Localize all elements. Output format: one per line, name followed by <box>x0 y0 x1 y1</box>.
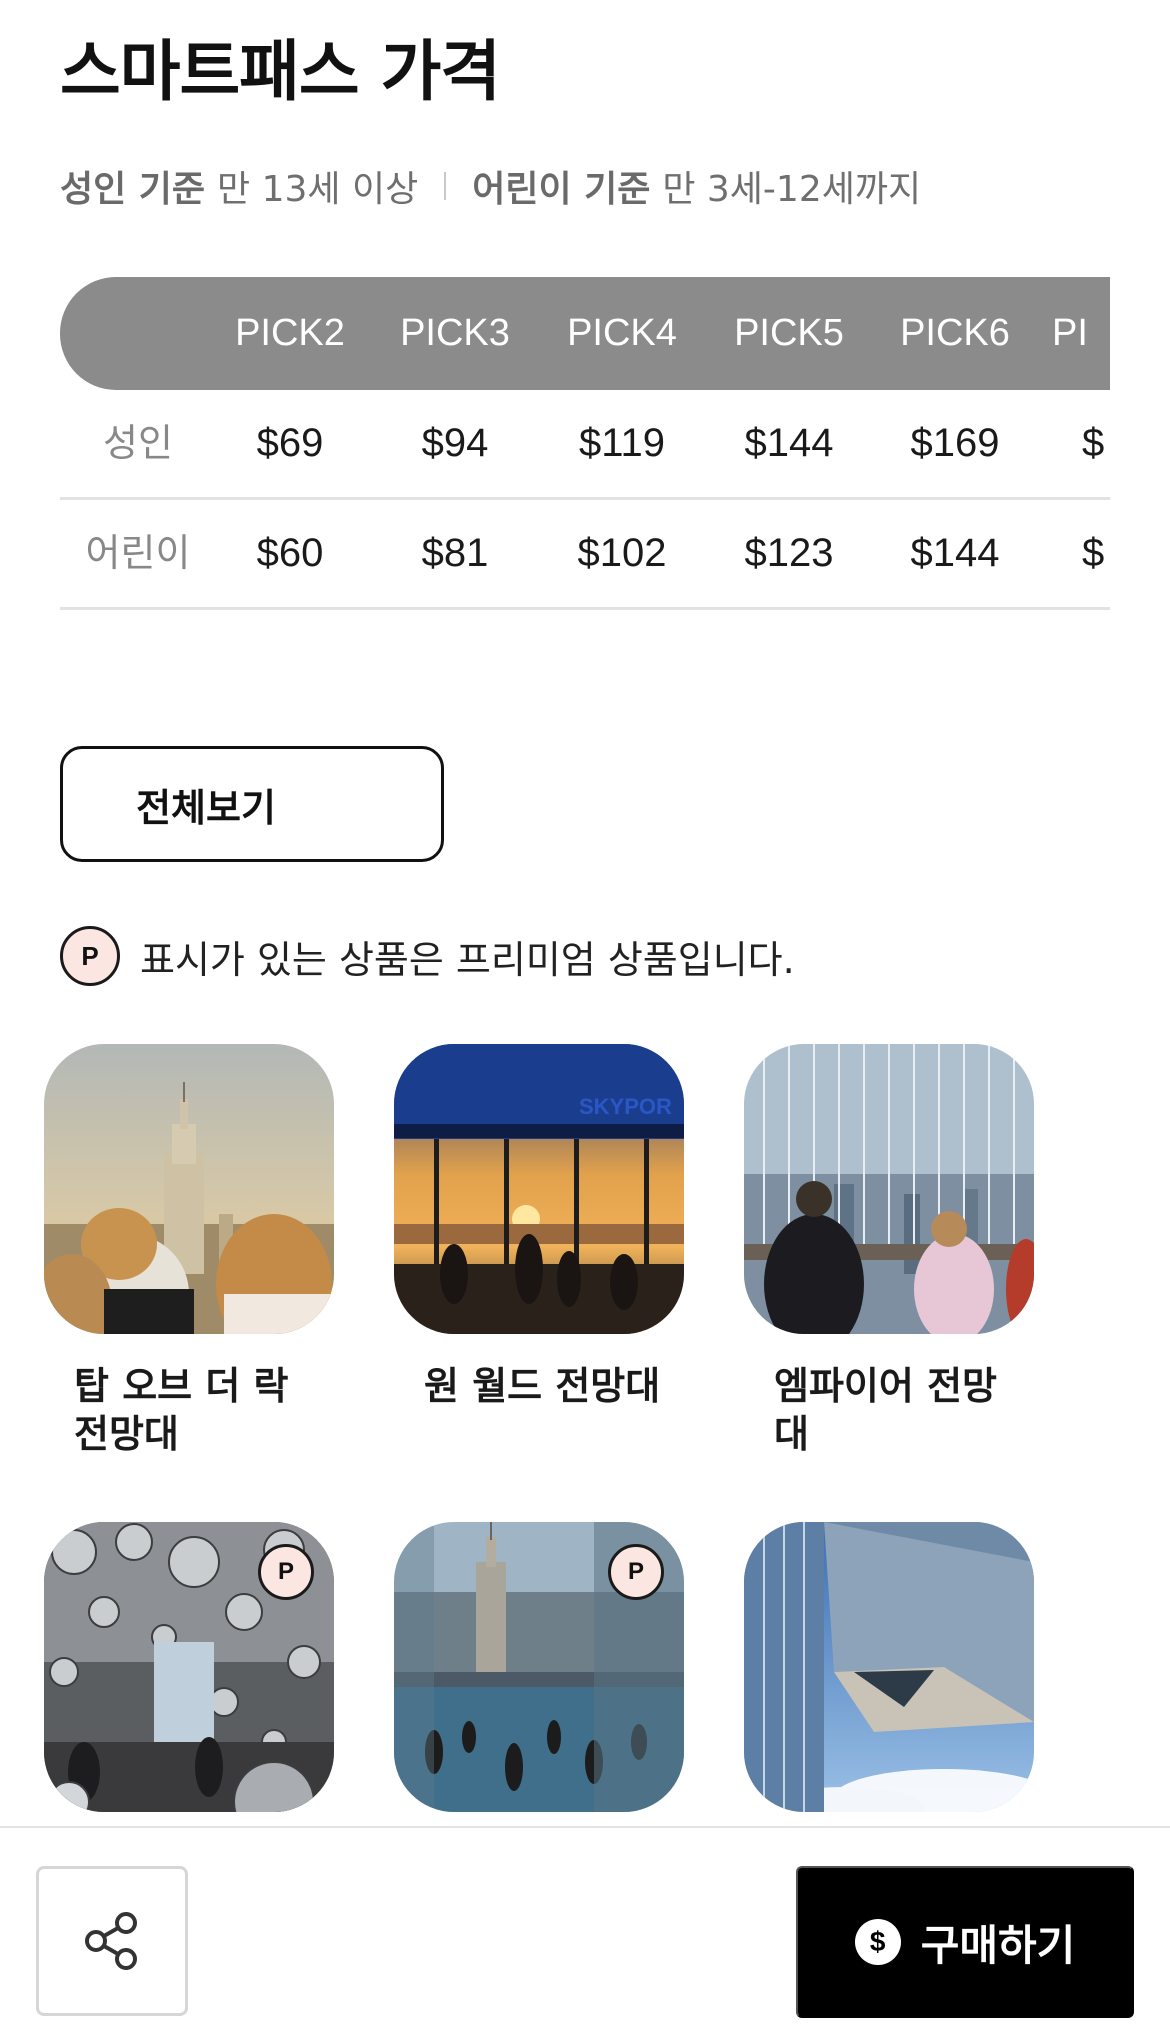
product-card-edge[interactable] <box>744 1522 1034 1840</box>
premium-note-text: 표시가 있는 상품은 프리미엄 상품입니다. <box>140 937 795 982</box>
price-cell: $60 <box>256 531 324 575</box>
share-icon <box>85 1912 137 1970</box>
product-image[interactable] <box>744 1522 1034 1812</box>
price-table-header: PICK2 PICK3 PICK4 PICK5 PICK6 PI <box>60 277 1110 390</box>
product-card-glass-floor[interactable]: P <box>394 1522 684 1840</box>
price-cell: $144 <box>744 421 834 465</box>
price-cell: $144 <box>910 531 1000 575</box>
product-title: 엠파이어 전망대 <box>774 1364 997 1456</box>
header-pick2: PICK2 <box>235 312 345 354</box>
price-cell: $123 <box>744 531 834 575</box>
view-all-button[interactable]: 전체보기 <box>60 746 444 862</box>
header-pick4: PICK4 <box>567 312 677 354</box>
product-image[interactable]: SKYPOR <box>394 1044 684 1334</box>
child-criteria-label: 어린이 기준 <box>472 169 651 210</box>
top-of-the-rock-photo <box>44 1044 334 1334</box>
header-pick6: PICK6 <box>900 312 1010 354</box>
dollar-icon: $ <box>854 1919 901 1965</box>
product-image[interactable] <box>44 1044 334 1334</box>
price-cell-partial: $ <box>1082 531 1105 575</box>
header-pick3: PICK3 <box>400 312 510 354</box>
price-cell: $119 <box>578 421 665 465</box>
price-table[interactable]: PICK2 PICK3 PICK4 PICK5 PICK6 PI 성인 $69 … <box>60 277 1110 612</box>
age-criteria: 성인 기준 만 13세 이상 어린이 기준 만 3세-12세까지 <box>60 160 921 212</box>
product-title: 탑 오브 더 락 전망대 <box>74 1364 289 1456</box>
price-cell: $69 <box>256 421 324 465</box>
row-label-child: 어린이 <box>85 531 191 575</box>
price-row-child: 어린이 $60 $81 $102 $123 $144 $ <box>60 500 1110 610</box>
one-world-observatory-photo: SKYPOR <box>394 1044 684 1334</box>
header-pick5: PICK5 <box>734 312 844 354</box>
share-button[interactable] <box>36 1866 188 2016</box>
buy-button-label: 구매하기 <box>920 1921 1076 1969</box>
price-cell: $81 <box>421 531 489 575</box>
product-image[interactable] <box>744 1044 1034 1334</box>
price-cell: $94 <box>421 421 489 465</box>
premium-note: P 표시가 있는 상품은 프리미엄 상품입니다. <box>60 926 795 986</box>
premium-badge-icon: P <box>608 1544 664 1600</box>
premium-badge-icon: P <box>258 1544 314 1600</box>
page-title: 스마트패스 가격 <box>60 33 501 110</box>
buy-button[interactable]: $ 구매하기 <box>796 1866 1134 2018</box>
premium-badge-icon: P <box>60 926 120 986</box>
adult-criteria-value: 만 13세 이상 <box>217 169 419 210</box>
svg-text:SKYPOR: SKYPOR <box>579 1094 672 1119</box>
price-cell: $102 <box>577 531 667 575</box>
bottom-action-bar: $ 구매하기 <box>0 1826 1170 2034</box>
product-image[interactable]: P <box>44 1522 334 1812</box>
product-card-top-of-the-rock[interactable]: 탑 오브 더 락 전망대 <box>44 1044 334 1458</box>
price-cell-partial: $ <box>1082 421 1105 465</box>
empire-state-observatory-photo <box>744 1044 1034 1334</box>
row-label-adult: 성인 <box>103 421 173 465</box>
product-card-one-world[interactable]: SKYPOR 원 월드 전망대 <box>394 1044 684 1410</box>
divider <box>444 172 447 200</box>
product-card-summit[interactable]: P <box>44 1522 334 1840</box>
header-pick7-partial: PI <box>1052 312 1088 354</box>
child-criteria-value: 만 3세-12세까지 <box>662 169 922 210</box>
product-image[interactable]: P <box>394 1522 684 1812</box>
product-card-empire-state[interactable]: 엠파이어 전망대 <box>744 1044 1034 1458</box>
adult-criteria-label: 성인 기준 <box>60 169 206 210</box>
price-cell: $169 <box>910 421 1000 465</box>
price-row-adult: 성인 $69 $94 $119 $144 $169 $ <box>60 390 1110 500</box>
edge-observation-deck-photo <box>744 1522 1034 1812</box>
product-title: 원 월드 전망대 <box>424 1364 661 1408</box>
